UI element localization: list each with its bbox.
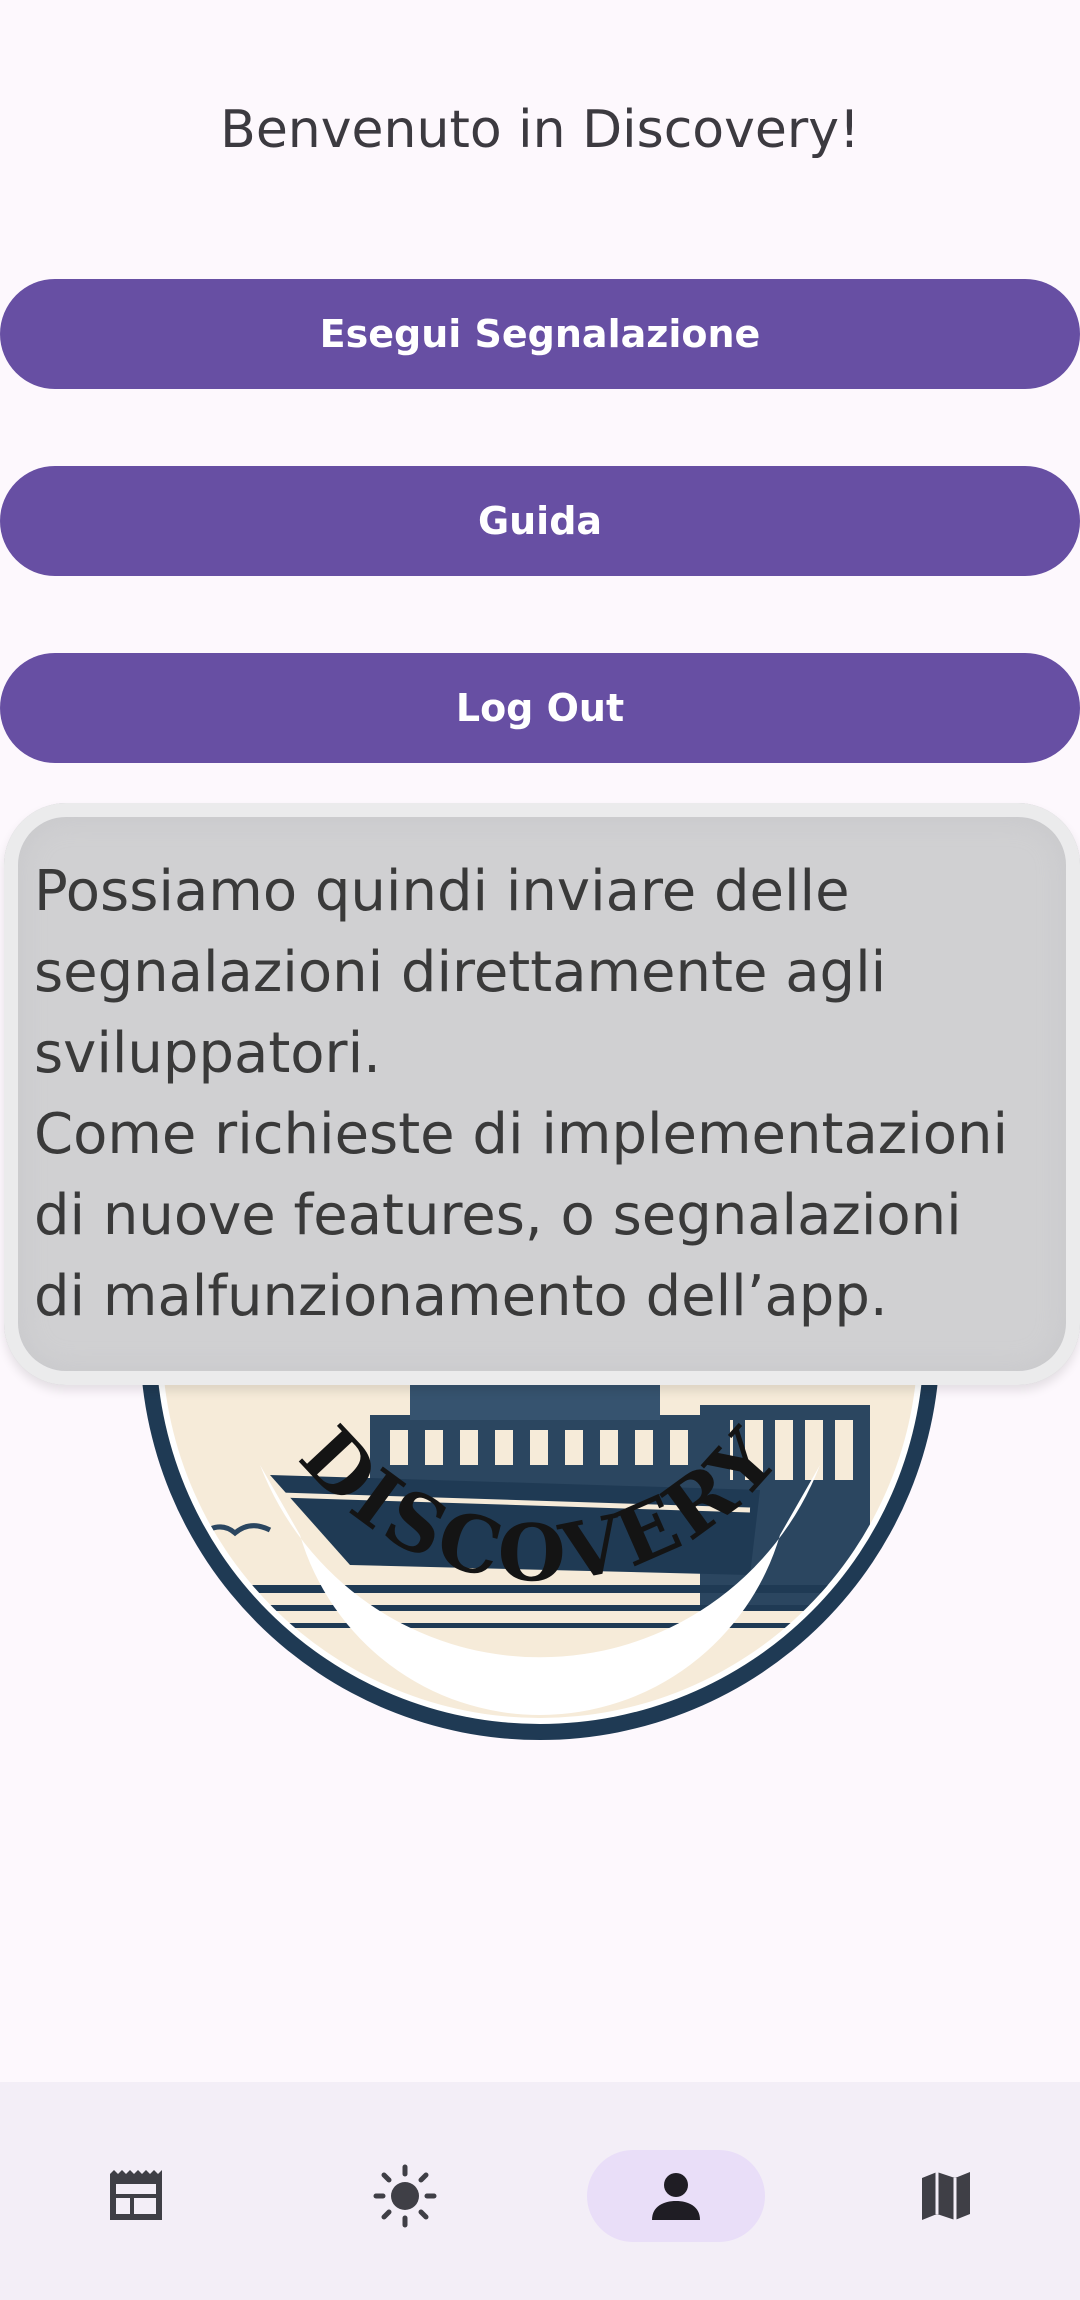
guide-button[interactable]: Guida	[0, 466, 1080, 576]
nav-item-profile[interactable]	[587, 2150, 765, 2242]
person-icon	[652, 2173, 700, 2220]
guide-tooltip: Possiamo quindi inviare delle segnalazio…	[4, 803, 1080, 1385]
newspaper-icon	[110, 2170, 162, 2220]
bottom-navigation	[0, 2082, 1080, 2300]
sun-icon	[373, 2164, 437, 2228]
nav-item-map[interactable]	[857, 2150, 1035, 2242]
logout-button[interactable]: Log Out	[0, 653, 1080, 763]
nav-item-news[interactable]	[47, 2150, 225, 2242]
report-button[interactable]: Esegui Segnalazione	[0, 279, 1080, 389]
map-icon	[922, 2172, 970, 2220]
tooltip-text: Possiamo quindi inviare delle segnalazio…	[34, 859, 1009, 1329]
nav-item-weather[interactable]	[316, 2150, 494, 2242]
welcome-title: Benvenuto in Discovery!	[220, 100, 860, 160]
